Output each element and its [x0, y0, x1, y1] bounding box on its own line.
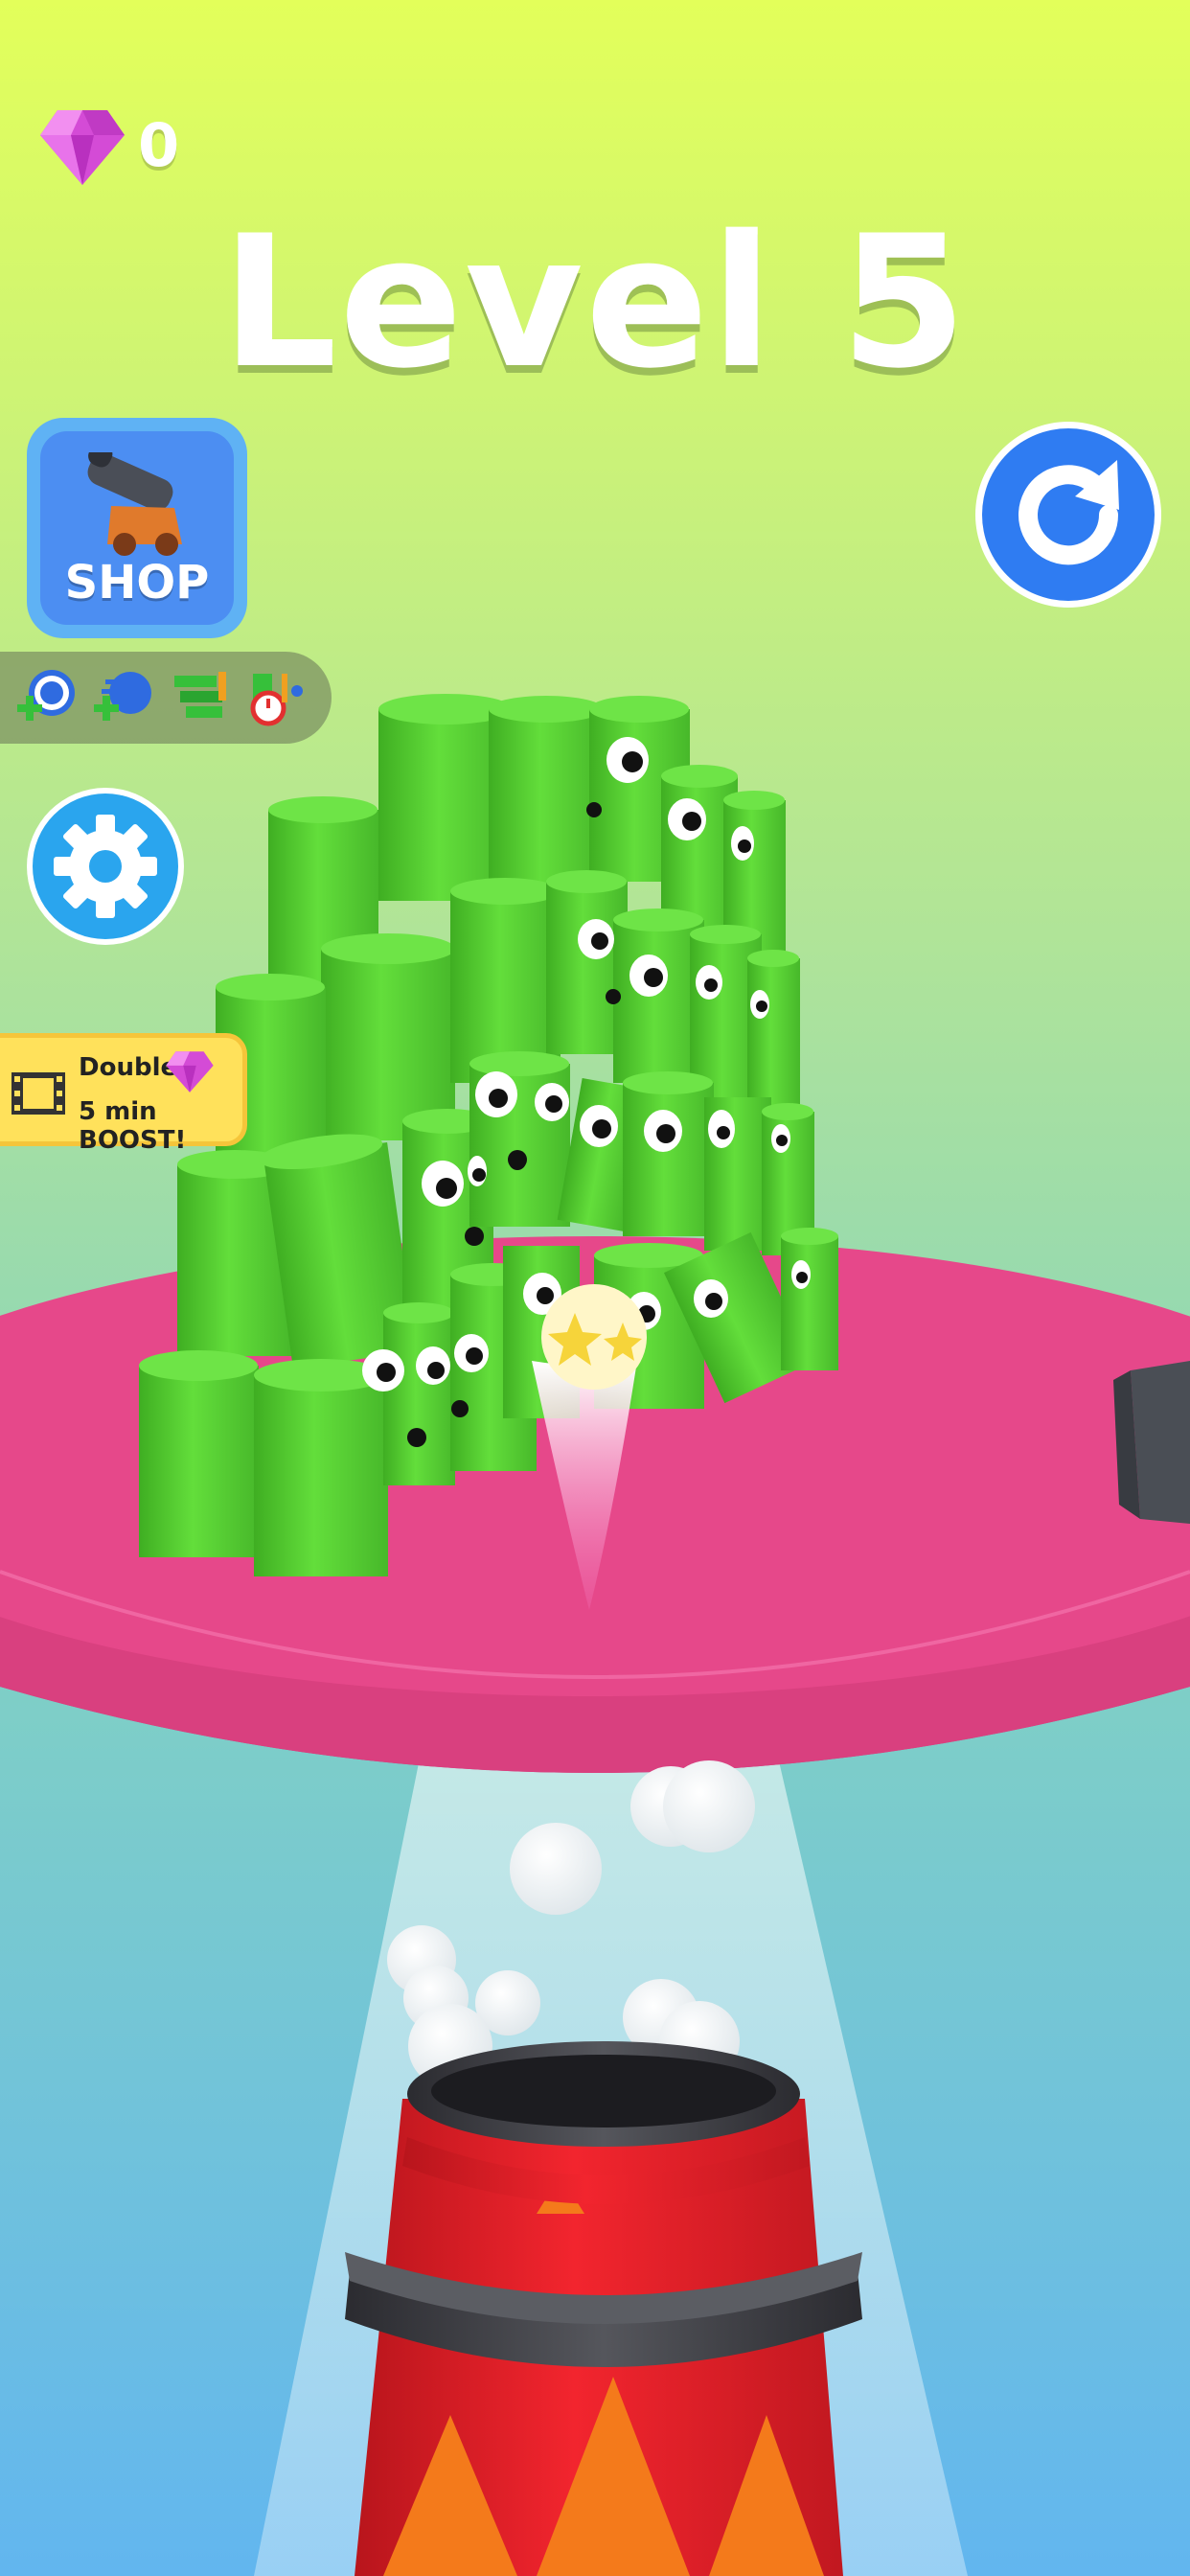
add-ball-power-icon[interactable]	[13, 666, 77, 729]
level-title: Level 5	[220, 196, 970, 408]
gem-count: 0	[138, 109, 180, 180]
boost-subtitle: 5 min BOOST!	[79, 1097, 187, 1155]
timer-power-icon[interactable]	[243, 666, 307, 729]
gem-counter: 0	[38, 101, 179, 189]
boost-title: Double	[79, 1053, 178, 1082]
gear-icon	[33, 794, 178, 939]
stack-power-icon[interactable]	[167, 666, 230, 729]
cannon-icon	[87, 452, 182, 556]
player-cannon[interactable]	[345, 2041, 862, 2576]
diamond-icon	[40, 110, 125, 185]
powerup-bar	[0, 652, 332, 744]
double-boost-button[interactable]: Double 5 min BOOST!	[0, 1033, 247, 1155]
dark-block	[1113, 1361, 1190, 1524]
shop-label: SHOP	[64, 556, 210, 610]
settings-button[interactable]	[27, 788, 184, 945]
restart-button[interactable]	[975, 422, 1161, 608]
shop-button-face: SHOP	[40, 431, 234, 625]
shop-button[interactable]: SHOP	[27, 418, 247, 638]
diamond-icon	[166, 1051, 214, 1092]
film-icon	[11, 1072, 65, 1115]
add-speed-power-icon[interactable]	[90, 666, 153, 729]
restart-arrow-icon	[982, 428, 1155, 601]
